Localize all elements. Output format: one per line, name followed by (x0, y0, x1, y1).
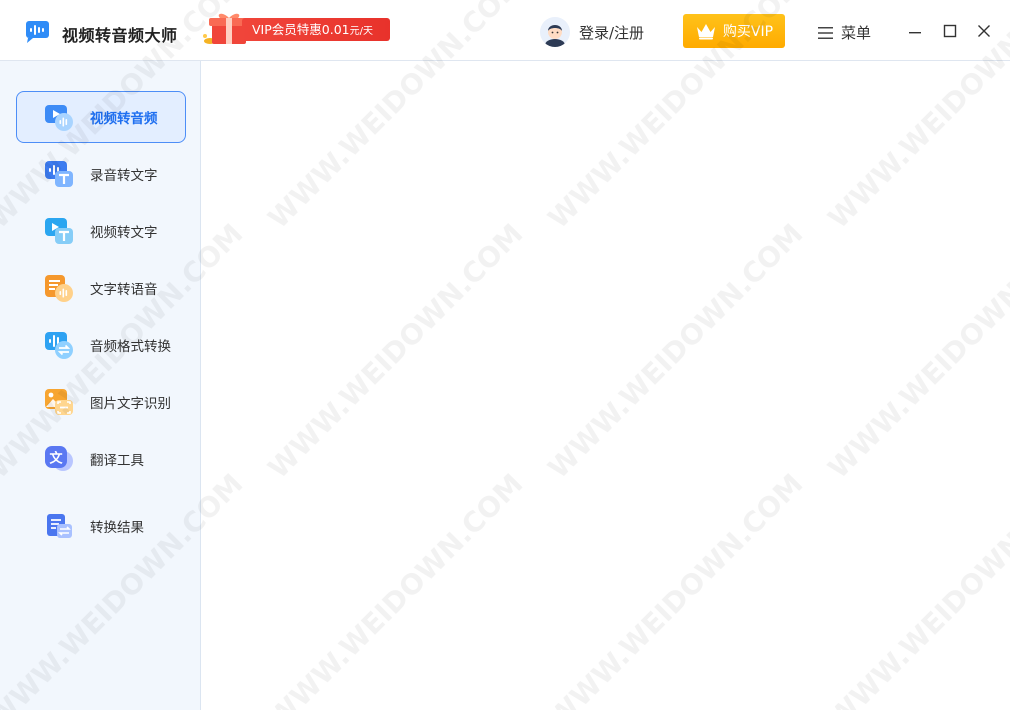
main-content-area (201, 61, 1010, 710)
video-to-audio-icon (45, 105, 73, 131)
video-to-text-icon (45, 218, 73, 244)
svg-text:文: 文 (49, 451, 63, 467)
sidebar-item-label: 视频转文字 (90, 225, 158, 241)
promo-price-text: VIP会员特惠0.01 (252, 22, 350, 37)
login-label: 登录/注册 (579, 23, 645, 42)
sidebar-item-label: 录音转文字 (90, 168, 158, 184)
vip-promo-banner[interactable]: VIP会员特惠0.01元/天 (196, 12, 394, 46)
sidebar-item-video-to-text[interactable]: 视频转文字 (16, 205, 186, 257)
sidebar-item-text-to-speech[interactable]: 文字转语音 (16, 262, 186, 314)
sidebar: 视频转音频 录音转文字 视频转文字 文字转语音 音频格式转换 图片文字识别 文 … (0, 61, 201, 710)
recording-to-text-icon (45, 161, 73, 187)
sidebar-item-label: 音频格式转换 (90, 339, 171, 355)
menu-button[interactable]: 菜单 (818, 22, 871, 43)
minimize-icon[interactable] (906, 22, 924, 40)
sidebar-item-audio-format-convert[interactable]: 音频格式转换 (16, 319, 186, 371)
sidebar-item-label: 文字转语音 (90, 282, 158, 298)
hamburger-icon (818, 26, 833, 39)
sidebar-item-recording-to-text[interactable]: 录音转文字 (16, 148, 186, 200)
image-ocr-icon (45, 389, 73, 415)
login-register-button[interactable]: 登录/注册 (540, 16, 644, 48)
maximize-icon[interactable] (941, 22, 959, 40)
title-bar: 视频转音频大师 VIP会员特惠0.01元/天 登录/注册 购买VIP 菜单 (0, 0, 1010, 61)
buy-vip-button[interactable]: 购买VIP (683, 14, 785, 48)
crown-icon (696, 24, 715, 40)
sidebar-item-label: 图片文字识别 (90, 396, 171, 412)
app-title: 视频转音频大师 (62, 26, 178, 45)
menu-label: 菜单 (841, 24, 872, 42)
text-to-speech-icon (45, 275, 73, 302)
sidebar-item-label: 翻译工具 (90, 453, 144, 469)
audio-wave-logo-icon (26, 21, 49, 43)
sidebar-item-translate[interactable]: 文 翻译工具 (16, 433, 186, 485)
audio-format-convert-icon (45, 332, 73, 359)
sidebar-item-label: 转换结果 (90, 520, 144, 536)
promo-unit: 元/天 (349, 26, 373, 37)
sidebar-item-label: 视频转音频 (90, 111, 158, 127)
sidebar-item-video-to-audio[interactable]: 视频转音频 (16, 91, 186, 143)
conversion-results-icon (47, 514, 72, 538)
sidebar-item-conversion-results[interactable]: 转换结果 (16, 500, 186, 552)
close-icon[interactable] (975, 22, 993, 40)
user-avatar-icon (540, 17, 570, 47)
promo-text: VIP会员特惠0.01元/天 (242, 18, 390, 41)
sidebar-item-image-ocr[interactable]: 图片文字识别 (16, 376, 186, 428)
buy-vip-label: 购买VIP (722, 24, 774, 40)
translate-icon: 文 (45, 446, 73, 471)
